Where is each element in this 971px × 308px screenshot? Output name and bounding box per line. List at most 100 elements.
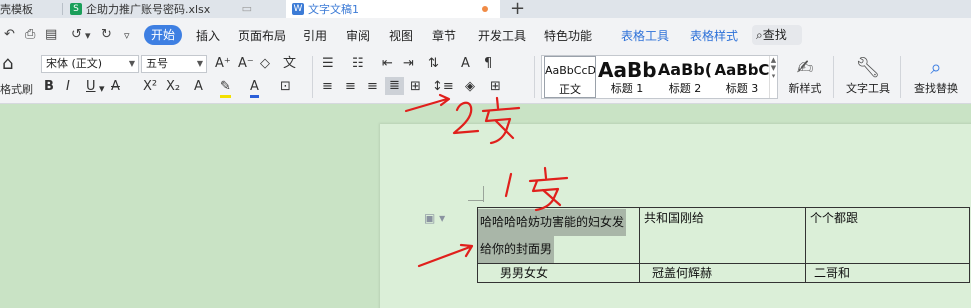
table-cell[interactable]: 冠盖何辉赫 [639, 263, 806, 283]
bold-icon[interactable]: B [44, 79, 54, 95]
underline-dropdown-icon[interactable]: ▾ [99, 81, 105, 97]
show-hide-marks-icon[interactable]: ¶ [484, 56, 492, 72]
table-cell[interactable]: 二哥和 [805, 263, 970, 283]
print-preview-icon[interactable]: ▤ [45, 27, 57, 42]
new-style-button[interactable]: ✍ 新样式 [784, 54, 826, 96]
style-preview: AaBbCcDd [545, 64, 595, 77]
find-replace-label: 查找替换 [914, 82, 958, 95]
style-heading-3[interactable]: AaBbC 标题 3 [714, 56, 770, 98]
print-icon[interactable]: ⎙ [25, 27, 35, 42]
text-tools-button[interactable]: 🔧︎ 文字工具 [842, 54, 894, 96]
style-caption: 标题 3 [725, 82, 759, 95]
increase-indent-icon[interactable]: ⇥ [403, 56, 414, 72]
new-style-label: 新样式 [788, 82, 822, 95]
menu-table-tools[interactable]: 表格工具 [621, 27, 669, 44]
menu-special-features[interactable]: 特色功能 [544, 27, 592, 44]
table-move-handle-icon[interactable]: ▣ ▾ [424, 211, 445, 225]
tab-label: 企助力推广账号密码.xlsx [86, 3, 211, 16]
style-preview: AaBbC [714, 61, 770, 79]
grow-font-icon[interactable]: A⁺ [215, 56, 231, 72]
menu-references[interactable]: 引用 [303, 27, 327, 44]
justify-icon[interactable]: ≣ [385, 77, 404, 95]
menu-developer[interactable]: 开发工具 [478, 27, 526, 44]
phonetic-guide-icon[interactable]: 文 [283, 56, 296, 72]
underline-icon[interactable]: U [86, 79, 96, 95]
chinese-layout-icon[interactable]: A [461, 56, 470, 72]
numbered-list-icon[interactable]: ☷ [352, 56, 364, 72]
menu-review[interactable]: 审阅 [346, 27, 370, 44]
text-direction-icon[interactable]: ⇅ [428, 56, 439, 72]
new-tab-button[interactable]: + [510, 0, 525, 19]
menu-page-layout[interactable]: 页面布局 [238, 27, 286, 44]
ribbon: ⌂ 格式刷 宋体 (正文) ▼ 五号 ▼ A⁺ A⁻ ◇ 文 B I U ▾ A… [0, 52, 971, 104]
decrease-indent-icon[interactable]: ⇤ [382, 56, 393, 72]
writer-doc-icon: W [292, 3, 304, 15]
table-cell[interactable]: 男男女女 [477, 263, 640, 283]
font-size-select[interactable]: 五号 ▼ [141, 55, 207, 73]
align-right-icon[interactable]: ≡ [367, 79, 378, 95]
format-painter-label[interactable]: 格式刷 [0, 82, 33, 98]
subscript-icon[interactable]: X₂ [166, 79, 180, 95]
font-name-select[interactable]: 宋体 (正文) ▼ [41, 55, 139, 73]
menu-view[interactable]: 视图 [389, 27, 413, 44]
document-table: 哈哈哈哈妨功害能的妇女发 给你的封面男 共和国刚给 个个都跟 男男女女 冠盖何辉… [477, 207, 970, 283]
chevron-down-icon: ▼ [128, 59, 135, 68]
font-color-icon[interactable]: A [250, 79, 259, 98]
tab-label: 文字文稿1 [308, 3, 359, 16]
styles-scroll-icon[interactable]: ▲ ▼ ▾ [769, 56, 777, 98]
line-spacing-icon[interactable]: ↕≡ [432, 79, 454, 95]
unsaved-dot-icon [482, 6, 488, 12]
align-center-icon[interactable]: ≡ [345, 79, 356, 95]
monitor-icon: ▭ [241, 2, 252, 15]
style-preview: AaBb [598, 58, 656, 82]
selected-text-line: 给你的封面男 [478, 236, 555, 263]
menu-start[interactable]: 开始 [144, 25, 182, 45]
style-heading-1[interactable]: AaBb 标题 1 [598, 56, 656, 98]
style-caption: 标题 2 [668, 82, 702, 95]
tab-spreadsheet[interactable]: S 企助力推广账号密码.xlsx ▭ [64, 0, 286, 18]
table-cell[interactable]: 个个都跟 [805, 207, 970, 264]
distributed-align-icon[interactable]: ⊞ [410, 79, 421, 95]
style-normal[interactable]: AaBbCcDd 正文 [544, 56, 596, 98]
menu-chapter[interactable]: 章节 [432, 27, 456, 44]
shading-icon[interactable]: ◈ [465, 79, 475, 95]
tab-template[interactable]: 壳模板 [0, 0, 60, 18]
redo-icon[interactable]: ↻ [101, 27, 112, 42]
bullet-list-icon[interactable]: ☰ [322, 56, 334, 72]
spreadsheet-icon: S [70, 3, 82, 15]
ribbon-divider [900, 56, 901, 98]
search-label: 查找 [762, 28, 787, 42]
customize-toolbar-icon[interactable]: ▿ [124, 29, 130, 42]
character-border-icon[interactable]: ⊡ [280, 79, 291, 95]
search-button[interactable]: ⌕查找 [752, 25, 802, 45]
selected-text-line: 哈哈哈哈妨功害能的妇女发 [478, 209, 627, 236]
wrench-icon: 🔧︎ [855, 55, 881, 79]
undo-icon[interactable]: ↺ [71, 27, 82, 42]
search-icon: ⌕ [756, 28, 763, 42]
font-size-value: 五号 [146, 57, 168, 70]
format-painter-icon[interactable]: ⌂ [2, 55, 13, 73]
undo-dropdown-icon[interactable]: ▾ [85, 29, 91, 42]
borders-icon[interactable]: ⊞ [490, 79, 501, 95]
clear-format-icon[interactable]: ◇ [260, 56, 270, 72]
style-heading-2[interactable]: AaBb( 标题 2 [656, 56, 714, 98]
highlight-icon[interactable]: ✎ [220, 79, 231, 98]
find-replace-button[interactable]: ⌕ 查找替换 [910, 54, 962, 96]
back-icon[interactable]: ↶ [4, 27, 15, 42]
table-cell[interactable]: 共和国刚给 [639, 207, 806, 264]
menu-insert[interactable]: 插入 [196, 27, 220, 44]
align-left-icon[interactable]: ≡ [322, 79, 333, 95]
menu-bar: ↶ ⎙ ▤ ↺ ▾ ↻ ▿ 开始 插入 页面布局 引用 审阅 视图 章节 开发工… [0, 18, 971, 52]
margin-marker [468, 200, 484, 201]
tab-label: 壳模板 [0, 3, 33, 16]
shrink-font-icon[interactable]: A⁻ [238, 56, 254, 72]
chevron-down-icon: ▼ [196, 59, 203, 68]
superscript-icon[interactable]: X² [143, 79, 157, 95]
strikethrough-icon[interactable]: A [111, 79, 120, 95]
style-caption: 正文 [559, 83, 581, 96]
table-cell-selected[interactable]: 哈哈哈哈妨功害能的妇女发 给你的封面男 [477, 207, 640, 264]
text-effect-icon[interactable]: A [194, 79, 203, 95]
italic-icon[interactable]: I [66, 79, 70, 95]
menu-table-style[interactable]: 表格样式 [690, 27, 738, 44]
tab-writer-doc[interactable]: W 文字文稿1 [286, 0, 500, 18]
